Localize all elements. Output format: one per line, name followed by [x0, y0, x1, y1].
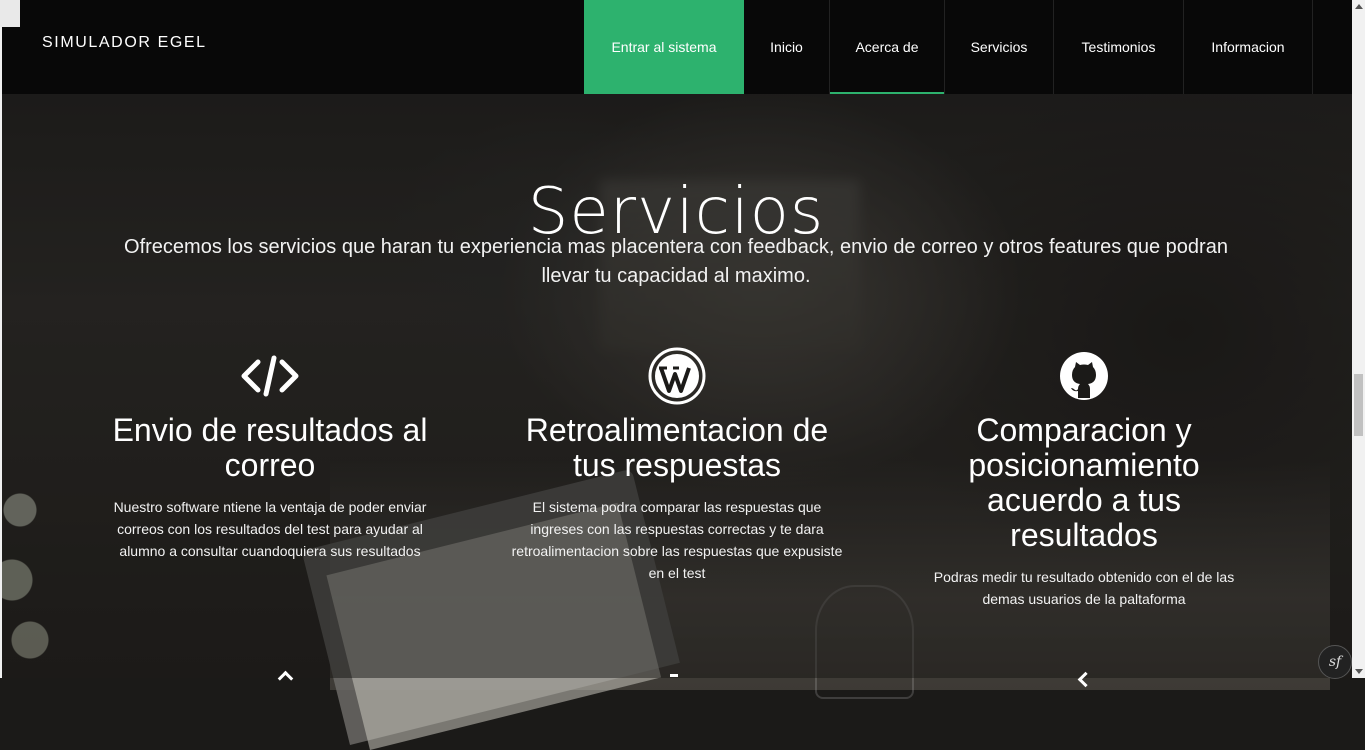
- symfony-toolbar-icon[interactable]: sf: [1318, 645, 1352, 679]
- nav-item-inicio[interactable]: Inicio: [744, 0, 830, 94]
- scroll-thumb[interactable]: [1354, 374, 1363, 436]
- service-card-email: Envio de resultados al correo Nuestro so…: [100, 345, 440, 562]
- service-card-ranking: Comparacion y posicionamiento acuerdo a …: [914, 345, 1254, 610]
- scroll-down-icon[interactable]: [1355, 669, 1363, 674]
- nav-item-informacion[interactable]: Informacion: [1184, 0, 1313, 94]
- nav-entrar-al-sistema-button[interactable]: Entrar al sistema: [584, 0, 744, 94]
- left-edge: [0, 0, 2, 678]
- partial-icon: [277, 670, 294, 687]
- navbar: SIMULADOR EGEL Entrar al sistema Inicio …: [2, 0, 1352, 94]
- scroll-up-icon[interactable]: [1355, 4, 1363, 9]
- service-card-feedback: Retroalimentacion de tus respuestas El s…: [507, 345, 847, 584]
- service-text: El sistema podra comparar las respuestas…: [511, 499, 843, 581]
- nav-item-testimonios[interactable]: Testimonios: [1054, 0, 1184, 94]
- service-text: Podras medir tu resultado obtenido con e…: [933, 569, 1235, 607]
- code-icon: [100, 345, 440, 407]
- main-nav: Entrar al sistema Inicio Acerca de Servi…: [584, 0, 1313, 94]
- section-subtitle: Ofrecemos los servicios que haran tu exp…: [124, 236, 1228, 287]
- wordpress-icon: [507, 345, 847, 407]
- next-row-icons: [0, 668, 1352, 688]
- nav-item-servicios[interactable]: Servicios: [945, 0, 1054, 94]
- github-icon: [914, 345, 1254, 407]
- window-corner: [0, 0, 20, 27]
- service-title: Envio de resultados al correo: [112, 412, 428, 483]
- nav-item-acerca-de[interactable]: Acerca de: [830, 0, 945, 94]
- service-title: Comparacion y posicionamiento acuerdo a …: [968, 412, 1200, 553]
- page-scrollbar[interactable]: [1352, 0, 1365, 678]
- service-text: Nuestro software ntiene la ventaja de po…: [113, 499, 427, 559]
- partial-icon: [670, 674, 678, 680]
- brand-logo[interactable]: SIMULADOR EGEL: [42, 34, 207, 52]
- service-title: Retroalimentacion de tus respuestas: [525, 412, 829, 483]
